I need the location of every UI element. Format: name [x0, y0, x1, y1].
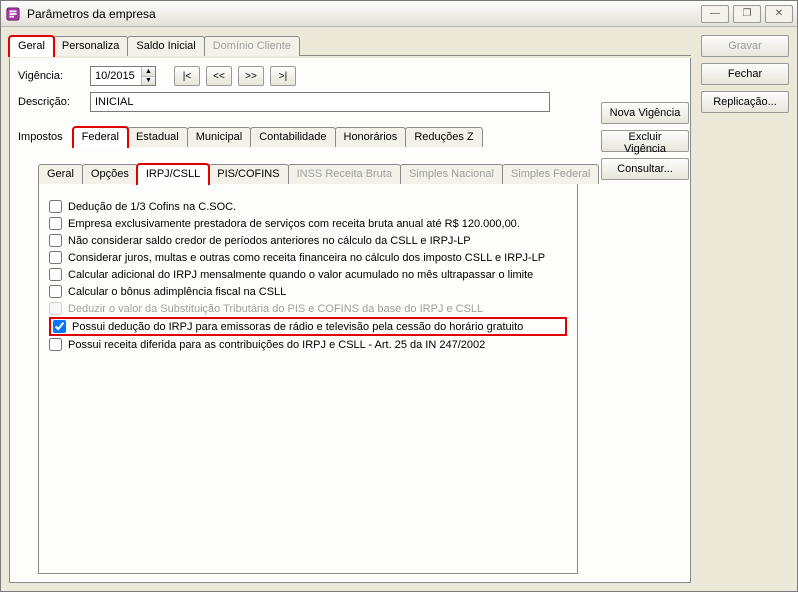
- nova-vigencia-button[interactable]: Nova Vigência: [601, 102, 689, 124]
- client-area: GeralPersonalizaSaldo InicialDomínio Cli…: [1, 27, 797, 591]
- checkbox-row-0: Dedução de 1/3 Cofins na C.SOC.: [49, 198, 567, 215]
- vigencia-spin-down[interactable]: ▼: [142, 77, 155, 86]
- checkbox-label-4: Calcular adicional do IRPJ mensalmente q…: [68, 269, 533, 281]
- app-window: Parâmetros da empresa — ❐ ✕ GeralPersona…: [0, 0, 798, 592]
- descricao-row: Descrição:: [18, 92, 682, 112]
- vigencia-row: Vigência: ▲ ▼ |< << >> >|: [18, 66, 682, 86]
- inner-tabstrip: GeralOpçõesIRPJ/CSLLPIS/COFINSINSS Recei…: [38, 163, 578, 184]
- checkbox-row-4: Calcular adicional do IRPJ mensalmente q…: [49, 266, 567, 283]
- app-icon: [5, 6, 21, 22]
- checkbox-row-3: Considerar juros, multas e outras como r…: [49, 249, 567, 266]
- inner-tab-geral[interactable]: Geral: [38, 164, 83, 184]
- checkbox-5[interactable]: [49, 285, 62, 298]
- main-tab-geral[interactable]: Geral: [9, 36, 54, 56]
- impostos-tab-contabilidade[interactable]: Contabilidade: [250, 127, 335, 147]
- main-tabstrip: GeralPersonalizaSaldo InicialDomínio Cli…: [9, 35, 691, 56]
- irpj-csll-checkbox-list: Dedução de 1/3 Cofins na C.SOC. Empresa e…: [49, 198, 567, 353]
- inner-tab-pis-cofins[interactable]: PIS/COFINS: [208, 164, 288, 184]
- impostos-tabstrip: FederalEstadualMunicipalContabilidadeHon…: [73, 126, 473, 147]
- vigencia-spinner[interactable]: ▲ ▼: [90, 66, 156, 86]
- inner-tab-irpj-csll[interactable]: IRPJ/CSLL: [137, 164, 209, 184]
- checkbox-1[interactable]: [49, 217, 62, 230]
- checkbox-4[interactable]: [49, 268, 62, 281]
- checkbox-label-8: Possui receita diferida para as contribu…: [68, 339, 485, 351]
- checkbox-label-7: Possui dedução do IRPJ para emissoras de…: [72, 321, 523, 333]
- impostos-tab-redu-es-z[interactable]: Reduções Z: [405, 127, 482, 147]
- minimize-button[interactable]: —: [701, 5, 729, 23]
- main-tab-saldo-inicial[interactable]: Saldo Inicial: [127, 36, 204, 56]
- checkbox-row-6: Deduzir o valor da Substituição Tributár…: [49, 300, 567, 317]
- checkbox-row-2: Não considerar saldo credor de períodos …: [49, 232, 567, 249]
- checkbox-6: [49, 302, 62, 315]
- close-button[interactable]: ✕: [765, 5, 793, 23]
- checkbox-8[interactable]: [49, 338, 62, 351]
- replicacao-button[interactable]: Replicação...: [701, 91, 789, 113]
- checkbox-row-8: Possui receita diferida para as contribu…: [49, 336, 567, 353]
- inner-tab-inss-receita-bruta: INSS Receita Bruta: [288, 164, 401, 184]
- impostos-label: Impostos: [18, 128, 71, 147]
- main-tab-body: Vigência: ▲ ▼ |< << >> >| Descr: [9, 58, 691, 583]
- checkbox-label-5: Calcular o bônus adimplência fiscal na C…: [68, 286, 286, 298]
- consultar-button[interactable]: Consultar...: [601, 158, 689, 180]
- checkbox-row-7: Possui dedução do IRPJ para emissoras de…: [49, 317, 567, 336]
- checkbox-label-6: Deduzir o valor da Substituição Tributár…: [68, 303, 483, 315]
- impostos-tab-estadual[interactable]: Estadual: [127, 127, 188, 147]
- window-title: Parâmetros da empresa: [27, 7, 701, 21]
- gravar-button[interactable]: Gravar: [701, 35, 789, 57]
- checkbox-2[interactable]: [49, 234, 62, 247]
- vigencia-actions: Nova Vigência Excluir Vigência Consultar…: [601, 102, 689, 180]
- descricao-label: Descrição:: [18, 96, 84, 108]
- nav-first-button[interactable]: |<: [174, 66, 200, 86]
- right-button-panel: Gravar Fechar Replicação...: [701, 35, 789, 583]
- descricao-input[interactable]: [90, 92, 550, 112]
- inner-tab-op-es[interactable]: Opções: [82, 164, 138, 184]
- main-tab-dom-nio-cliente: Domínio Cliente: [204, 36, 300, 56]
- checkbox-3[interactable]: [49, 251, 62, 264]
- checkbox-label-3: Considerar juros, multas e outras como r…: [68, 252, 545, 264]
- main-tab-personaliza[interactable]: Personaliza: [53, 36, 128, 56]
- vigencia-label: Vigência:: [18, 70, 84, 82]
- vigencia-spin-up[interactable]: ▲: [142, 67, 155, 77]
- impostos-tab-municipal[interactable]: Municipal: [187, 127, 251, 147]
- nav-next-button[interactable]: >>: [238, 66, 264, 86]
- nav-last-button[interactable]: >|: [270, 66, 296, 86]
- inner-tab-body: Dedução de 1/3 Cofins na C.SOC. Empresa e…: [38, 184, 578, 574]
- checkbox-label-0: Dedução de 1/3 Cofins na C.SOC.: [68, 201, 236, 213]
- fechar-button[interactable]: Fechar: [701, 63, 789, 85]
- nav-prev-button[interactable]: <<: [206, 66, 232, 86]
- inner-tab-simples-nacional: Simples Nacional: [400, 164, 503, 184]
- inner-tab-simples-federal: Simples Federal: [502, 164, 599, 184]
- checkbox-0[interactable]: [49, 200, 62, 213]
- impostos-tab-honor-rios[interactable]: Honorários: [335, 127, 407, 147]
- checkbox-label-1: Empresa exclusivamente prestadora de ser…: [68, 218, 520, 230]
- excluir-vigencia-button[interactable]: Excluir Vigência: [601, 130, 689, 152]
- restore-button[interactable]: ❐: [733, 5, 761, 23]
- checkbox-row-1: Empresa exclusivamente prestadora de ser…: [49, 215, 567, 232]
- checkbox-7[interactable]: [53, 320, 66, 333]
- impostos-tab-federal[interactable]: Federal: [73, 127, 128, 147]
- vigencia-input[interactable]: [91, 67, 141, 85]
- checkbox-row-5: Calcular o bônus adimplência fiscal na C…: [49, 283, 567, 300]
- titlebar: Parâmetros da empresa — ❐ ✕: [1, 1, 797, 27]
- checkbox-label-2: Não considerar saldo credor de períodos …: [68, 235, 471, 247]
